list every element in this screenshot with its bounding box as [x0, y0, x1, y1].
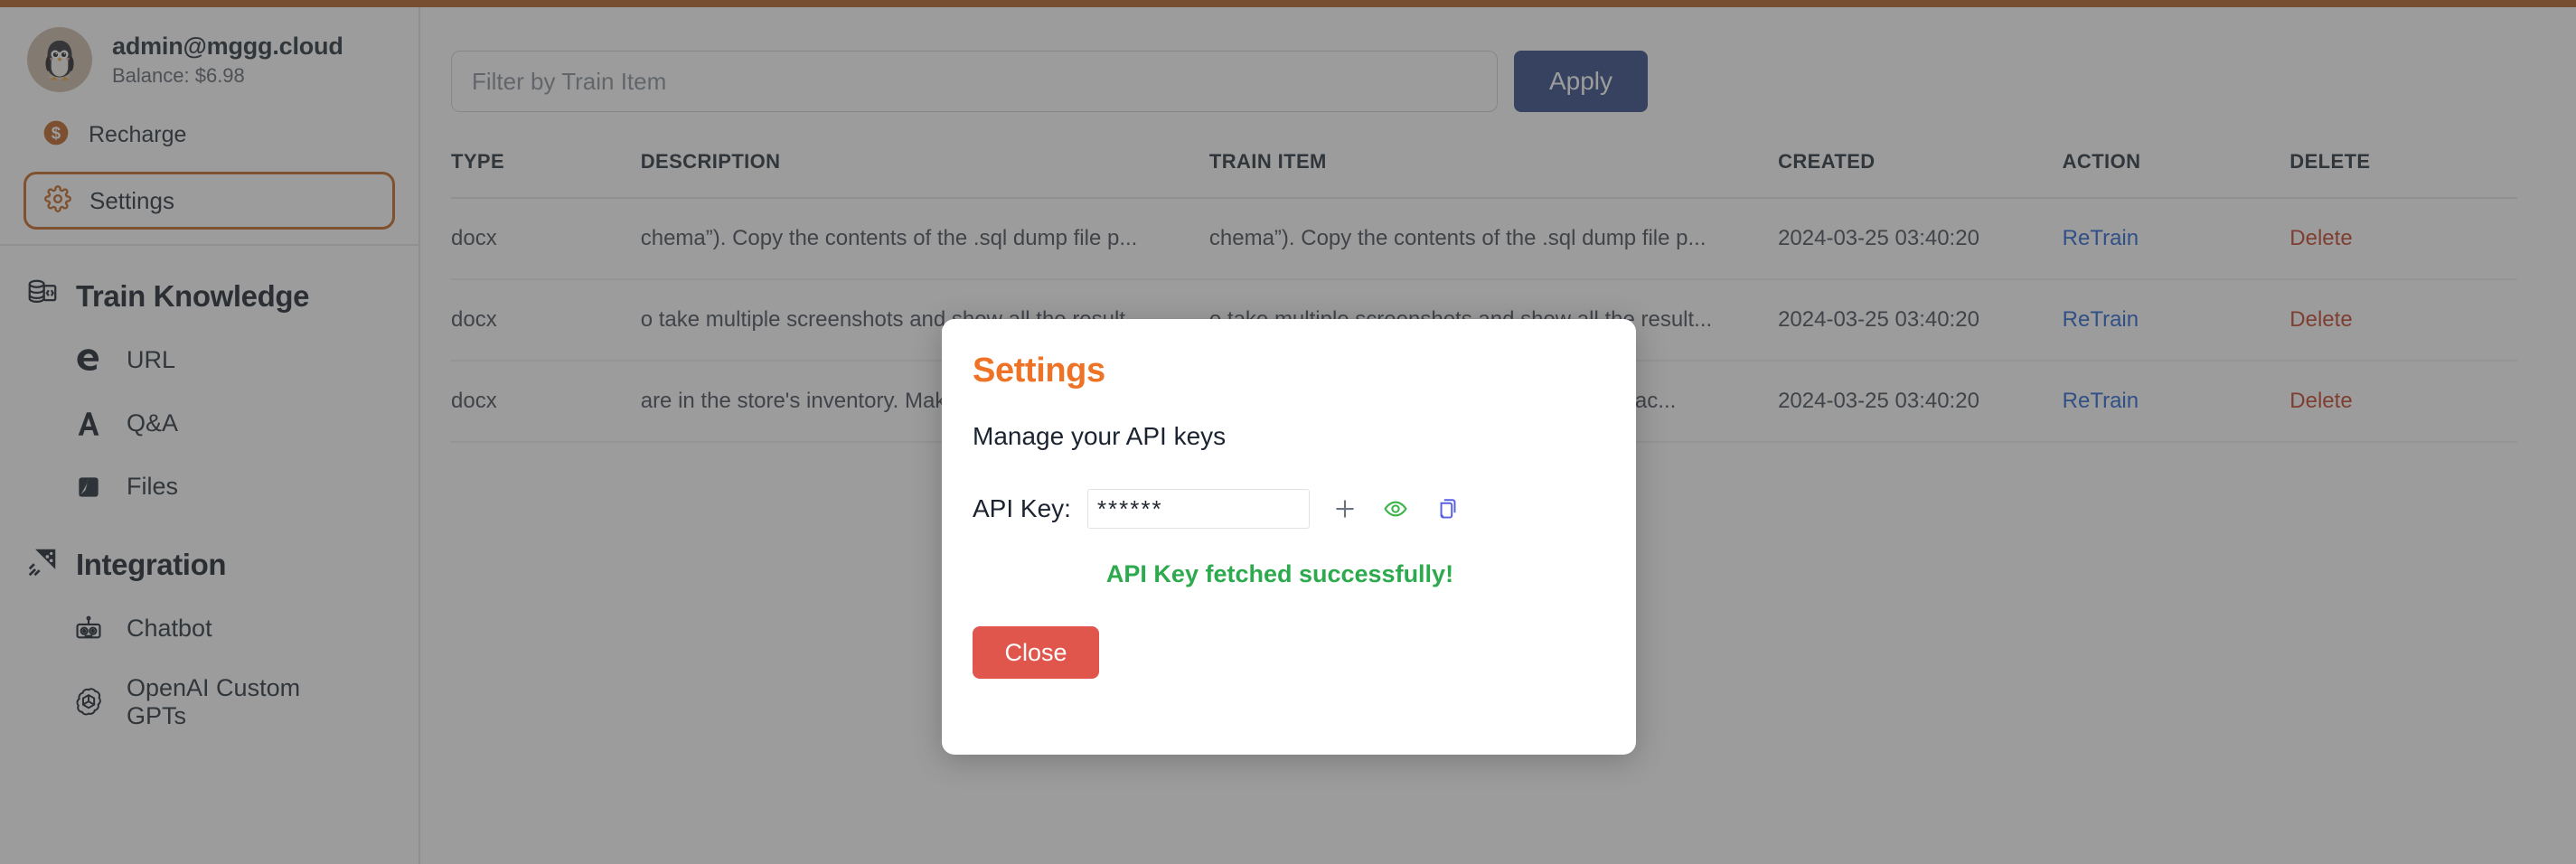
sidebar-item-files[interactable]: Files [0, 469, 418, 505]
sidebar-section-integration: Integration [0, 545, 418, 584]
sidebar: admin@mggg.cloud Balance: $6.98 $ Rechar… [0, 7, 420, 864]
files-icon [71, 469, 107, 505]
cell-created: 2024-03-25 03:40:20 [1778, 279, 2063, 362]
profile-text: admin@mggg.cloud Balance: $6.98 [112, 32, 343, 87]
copy-icon[interactable] [1427, 488, 1469, 530]
table-header: TYPE DESCRIPTION TRAIN ITEM CREATED ACTI… [451, 150, 2517, 199]
api-key-label: API Key: [973, 494, 1071, 522]
column-header-created: CREATED [1778, 150, 2063, 199]
delete-link[interactable]: Delete [2289, 389, 2352, 413]
cell-description: chema”). Copy the contents of the .sql d… [640, 198, 1209, 280]
table-row: docx chema”). Copy the contents of the .… [451, 198, 2517, 280]
cell-type: docx [451, 279, 641, 362]
column-header-description: DESCRIPTION [640, 150, 1209, 199]
plus-icon[interactable] [1324, 488, 1366, 530]
profile-email: admin@mggg.cloud [112, 32, 343, 60]
status-message: API Key fetched successfully! [1105, 560, 1454, 587]
sidebar-divider [0, 244, 418, 246]
modal-subtitle: Manage your API keys [973, 422, 1227, 450]
modal-title: Settings [973, 352, 1105, 390]
column-header-train-item: TRAIN ITEM [1208, 150, 1779, 199]
penguin-avatar [27, 27, 92, 92]
openai-icon [71, 684, 107, 720]
settings-modal: Settings Manage your API keys API Key: *… [942, 319, 1636, 755]
sidebar-section-title: Train Knowledge [76, 278, 310, 313]
sidebar-item-qa-label: Q&A [127, 409, 179, 437]
robot-icon [71, 611, 107, 647]
sidebar-item-recharge-label: Recharge [89, 121, 187, 147]
sidebar-item-qa[interactable]: Q&A [0, 406, 418, 442]
integration-kite-icon [25, 545, 60, 584]
sidebar-item-url-label: URL [127, 346, 176, 374]
eye-icon[interactable] [1375, 488, 1416, 530]
column-header-delete: DELETE [2289, 150, 2517, 199]
column-header-action: ACTION [2062, 150, 2290, 199]
delete-link[interactable]: Delete [2289, 226, 2352, 250]
sidebar-item-settings[interactable]: Settings [24, 172, 395, 230]
sidebar-section-title: Integration [76, 547, 227, 581]
sidebar-section-train-knowledge: Train Knowledge [0, 277, 418, 315]
api-key-row: API Key: [973, 488, 1605, 530]
api-key-input[interactable] [1086, 489, 1310, 529]
retrain-link[interactable]: ReTrain [2063, 389, 2139, 413]
retrain-link[interactable]: ReTrain [2063, 307, 2139, 332]
cell-type: docx [451, 361, 641, 443]
cell-created: 2024-03-25 03:40:20 [1778, 198, 2063, 280]
gear-icon [44, 184, 71, 217]
filter-train-item-input[interactable] [451, 51, 1498, 112]
sidebar-item-files-label: Files [127, 473, 179, 501]
letter-a-icon [71, 406, 107, 442]
apply-button[interactable]: Apply [1514, 51, 1648, 112]
sidebar-item-chatbot-label: Chatbot [127, 615, 212, 643]
app-root: admin@mggg.cloud Balance: $6.98 $ Rechar… [0, 0, 2576, 864]
cell-type: docx [451, 198, 641, 280]
top-accent-bar [0, 0, 2576, 7]
delete-link[interactable]: Delete [2289, 307, 2352, 332]
cell-train-item: chema”). Copy the contents of the .sql d… [1208, 198, 1779, 280]
dollar-coin-icon: $ [42, 118, 71, 152]
column-header-type: TYPE [451, 150, 641, 199]
sidebar-item-openai-label: OpenAI Custom GPTs [127, 674, 301, 730]
cell-created: 2024-03-25 03:40:20 [1778, 361, 2063, 443]
svg-text:$: $ [52, 123, 61, 142]
close-button[interactable]: Close [973, 626, 1099, 679]
sidebar-item-chatbot[interactable]: Chatbot [0, 611, 418, 647]
sidebar-item-recharge[interactable]: $ Recharge [0, 110, 418, 159]
database-code-icon [25, 277, 60, 315]
table-header-row: TYPE DESCRIPTION TRAIN ITEM CREATED ACTI… [451, 150, 2517, 199]
filter-bar: Apply [451, 51, 2547, 112]
edge-e-icon [71, 343, 107, 379]
sidebar-item-openai-custom-gpts[interactable]: OpenAI Custom GPTs [0, 674, 418, 730]
profile-block: admin@mggg.cloud Balance: $6.98 [0, 7, 418, 92]
sidebar-item-settings-label: Settings [89, 186, 174, 214]
retrain-link[interactable]: ReTrain [2063, 226, 2139, 250]
sidebar-item-url[interactable]: URL [0, 343, 418, 379]
profile-balance: Balance: $6.98 [112, 63, 245, 87]
